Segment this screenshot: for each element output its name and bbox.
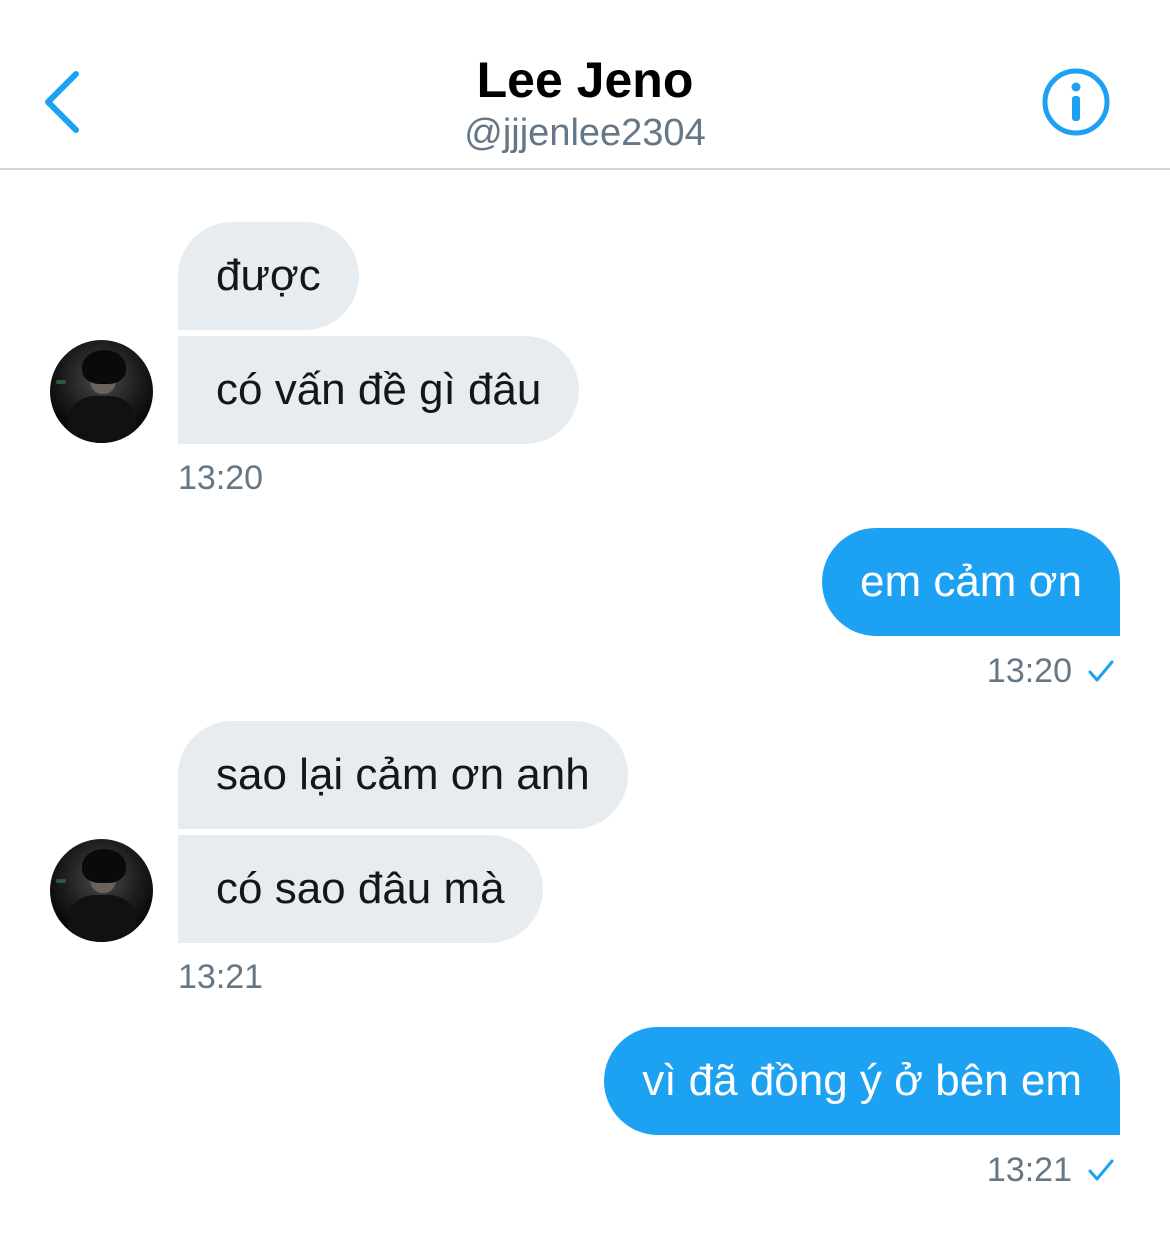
message-bubble-incoming[interactable]: sao lại cảm ơn anh [178,721,628,829]
contact-avatar[interactable] [50,839,153,942]
sent-check-icon [1086,1155,1116,1185]
message-bubble-outgoing[interactable]: vì đã đồng ý ở bên em [604,1027,1120,1135]
sent-check-icon [1086,656,1116,686]
info-button[interactable] [1041,67,1111,137]
contact-name: Lee Jeno [476,52,694,108]
message-bubble-incoming[interactable]: có vấn đề gì đâu [178,336,580,444]
message-timestamp: 13:21 [178,958,264,996]
message-bubble-incoming[interactable]: được [178,222,359,330]
message-timestamp: 13:20 [986,652,1072,690]
info-icon [1042,68,1110,136]
contact-avatar[interactable] [50,340,153,443]
message-timestamp: 13:21 [986,1151,1072,1189]
contact-handle: @jjjenlee2304 [464,112,706,154]
message-bubble-outgoing[interactable]: em cảm ơn [821,528,1120,636]
message-timestamp: 13:20 [178,459,264,497]
message-bubble-incoming[interactable]: có sao đâu mà [178,835,543,943]
conversation-header: Lee Jeno @jjjenlee2304 [0,0,1170,170]
